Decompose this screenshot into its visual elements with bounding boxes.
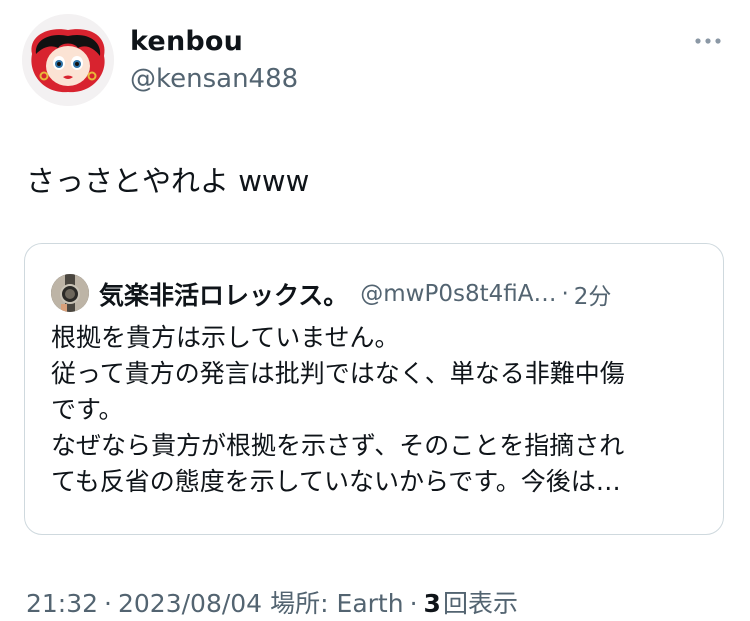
author-handle[interactable]: @kensan488: [130, 64, 298, 94]
tweet-date[interactable]: 2023/08/04: [118, 589, 262, 618]
quoted-separator: ·: [561, 281, 569, 307]
meta-separator: ·: [104, 589, 112, 618]
quoted-tweet-header: 気楽非活ロレックス。 @mwP0s8t4fiA… · 2分: [99, 274, 611, 314]
quoted-tweet-text: 根拠を貴方は示していません。 従って貴方の発言は批判ではなく、単なる非難中傷 で…: [51, 320, 711, 500]
quoted-timestamp[interactable]: 2分: [574, 277, 612, 311]
tweet-location[interactable]: Earth: [337, 589, 404, 618]
quoted-text-line: です。: [51, 395, 124, 424]
quoted-author-avatar[interactable]: [51, 274, 89, 312]
tweet-time[interactable]: 21:32: [26, 589, 98, 618]
quoted-author-handle[interactable]: @mwP0s8t4fiA…: [360, 281, 556, 307]
tweet-text: さっさとやれよ www: [26, 164, 310, 198]
views-label: 回表示: [442, 589, 518, 618]
quoted-tweet[interactable]: 気楽非活ロレックス。 @mwP0s8t4fiA… · 2分 根拠を貴方は示してい…: [24, 243, 724, 535]
tweet-meta: 21:32 · 2023/08/04 場所: Earth · 3 回表示: [26, 584, 518, 620]
meta-separator: ·: [409, 589, 418, 618]
more-options-button[interactable]: [690, 26, 726, 56]
quoted-text-line: 根拠を貴方は示していません。: [51, 323, 400, 352]
betty-boop-avatar-icon: [22, 14, 114, 106]
wristwatch-avatar-icon: [51, 274, 89, 312]
location-label: 場所:: [270, 589, 329, 618]
quoted-text-line: 従って貴方の発言は批判ではなく、単なる非難中傷: [51, 359, 625, 388]
quoted-text-line: なぜなら貴方が根拠を示さず、そのことを指摘され: [51, 431, 625, 460]
author-display-name[interactable]: kenbou: [130, 26, 243, 57]
quoted-text-line: ても反省の態度を示していないからです。今後は…: [51, 467, 621, 496]
views-count[interactable]: 3: [424, 589, 441, 618]
tweet: kenbou @kensan488 さっさとやれよ www 気楽非活ロレックス。…: [0, 0, 750, 621]
author-avatar[interactable]: [22, 14, 114, 106]
more-horizontal-icon: [695, 38, 721, 44]
quoted-author-name[interactable]: 気楽非活ロレックス。: [99, 276, 348, 312]
